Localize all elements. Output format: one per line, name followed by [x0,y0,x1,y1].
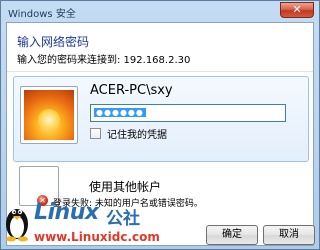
password-field[interactable]: ●●●●●● [90,104,286,122]
other-account-label: 使用其他帐户 [89,180,162,194]
username-label: ACER-PC\sxy [90,83,173,98]
credential-tile[interactable]: ACER-PC\sxy ●●●●●● 记住我的凭据 [13,76,309,162]
watermark-brand: Linux [34,200,99,225]
watermark: Linux 公社 www.Linuxidc.com [0,200,190,250]
watermark-url: www.Linuxidc.com [34,230,160,244]
flower-avatar-icon [24,90,74,140]
remember-label: 记住我的凭据 [107,130,167,141]
tux-penguin-icon [6,209,28,242]
close-icon: ✕ [292,3,302,16]
cancel-button[interactable]: 取消 [263,225,315,245]
password-mask: ●●●●●● [94,108,146,117]
remember-credentials[interactable]: 记住我的凭据 [90,126,167,141]
divider [7,71,313,72]
window-title: Windows 安全 [8,9,76,20]
watermark-brand-cn: 公社 [106,209,140,229]
dialog-subtext: 输入您的密码来连接到: 192.168.2.30 [17,55,191,66]
close-button[interactable]: ✕ [280,2,314,18]
ok-button[interactable]: 确定 [206,225,258,245]
remember-checkbox[interactable] [90,128,101,139]
avatar-frame [20,86,78,144]
dialog-heading: 输入网络密码 [17,35,90,49]
